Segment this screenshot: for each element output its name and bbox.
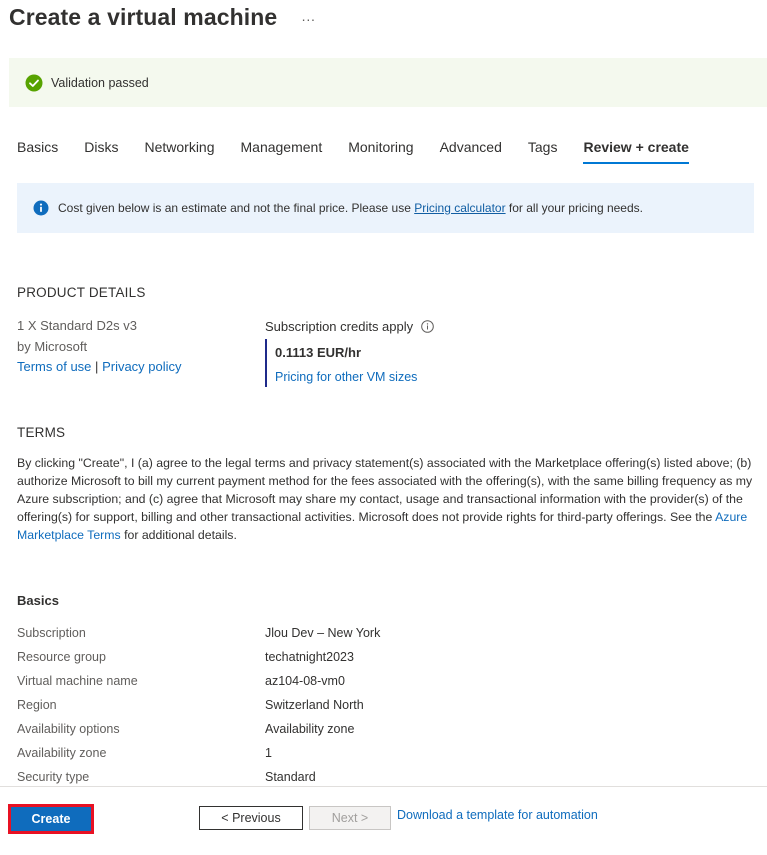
basics-heading: Basics bbox=[17, 593, 59, 608]
validation-banner: Validation passed bbox=[9, 58, 767, 107]
tab-tags[interactable]: Tags bbox=[528, 134, 558, 162]
product-name: 1 X Standard D2s v3 bbox=[17, 318, 137, 333]
product-details-heading: PRODUCT DETAILS bbox=[17, 285, 146, 300]
create-button[interactable]: Create bbox=[8, 804, 94, 834]
tab-monitoring[interactable]: Monitoring bbox=[348, 134, 413, 162]
tab-management[interactable]: Management bbox=[241, 134, 323, 162]
summary-row: Subscription Jlou Dev – New York bbox=[17, 621, 380, 645]
summary-value: Switzerland North bbox=[265, 698, 364, 712]
tab-networking[interactable]: Networking bbox=[144, 134, 214, 162]
price-block: 0.1113 EUR/hr Pricing for other VM sizes bbox=[265, 339, 434, 387]
page-title: Create a virtual machine bbox=[9, 4, 278, 30]
terms-heading: TERMS bbox=[17, 425, 66, 440]
summary-value: Jlou Dev – New York bbox=[265, 626, 381, 640]
summary-key: Virtual machine name bbox=[17, 674, 138, 688]
terms-text: By clicking "Create", I (a) agree to the… bbox=[17, 454, 757, 544]
cost-info-text-after: for all your pricing needs. bbox=[505, 201, 643, 215]
tab-review-create[interactable]: Review + create bbox=[583, 134, 689, 164]
summary-row: Region Switzerland North bbox=[17, 693, 380, 717]
wizard-tabs: Basics Disks Networking Management Monit… bbox=[17, 134, 715, 166]
summary-row: Availability options Availability zone bbox=[17, 717, 380, 741]
validation-text: Validation passed bbox=[51, 75, 149, 90]
product-links: Terms of use | Privacy policy bbox=[17, 357, 182, 378]
terms-text-body: By clicking "Create", I (a) agree to the… bbox=[17, 456, 753, 524]
tab-disks[interactable]: Disks bbox=[84, 134, 118, 162]
tab-basics[interactable]: Basics bbox=[17, 134, 58, 162]
create-vm-page: Create a virtual machine ··· Validation … bbox=[0, 0, 767, 855]
summary-key: Subscription bbox=[17, 626, 86, 640]
cost-info-text: Cost given below is an estimate and not … bbox=[58, 201, 643, 215]
basics-summary: Subscription Jlou Dev – New York Resourc… bbox=[17, 621, 380, 789]
link-separator: | bbox=[95, 359, 99, 374]
download-template-link[interactable]: Download a template for automation bbox=[397, 808, 598, 822]
pricing-other-sizes-link[interactable]: Pricing for other VM sizes bbox=[275, 370, 434, 384]
credits-row: Subscription credits apply bbox=[265, 317, 434, 335]
product-summary: 1 X Standard D2s v3 by Microsoft Terms o… bbox=[17, 316, 182, 378]
summary-row: Availability zone 1 bbox=[17, 741, 380, 765]
summary-row: Resource group techatnight2023 bbox=[17, 645, 380, 669]
product-publisher: by Microsoft bbox=[17, 338, 88, 354]
pricing-summary: Subscription credits apply 0.1113 EUR/hr… bbox=[265, 317, 434, 387]
info-circle-icon[interactable] bbox=[421, 319, 434, 333]
summary-key: Security type bbox=[17, 770, 90, 784]
cost-info-text-before: Cost given below is an estimate and not … bbox=[58, 201, 415, 215]
pricing-calculator-link[interactable]: Pricing calculator bbox=[414, 201, 505, 215]
previous-button[interactable]: < Previous bbox=[199, 806, 303, 830]
summary-value: az104-08-vm0 bbox=[265, 674, 345, 688]
summary-value: Availability zone bbox=[265, 722, 355, 736]
summary-key: Availability options bbox=[17, 722, 120, 736]
checkmark-icon bbox=[25, 74, 43, 92]
title-row: Create a virtual machine ··· bbox=[9, 4, 315, 31]
summary-key: Resource group bbox=[17, 650, 106, 664]
subscription-credits-label: Subscription credits apply bbox=[265, 318, 414, 334]
cost-info-banner: Cost given below is an estimate and not … bbox=[17, 183, 754, 233]
info-icon bbox=[33, 200, 49, 216]
more-options-button[interactable]: ··· bbox=[301, 10, 315, 26]
summary-value: Standard bbox=[265, 770, 316, 784]
summary-value: 1 bbox=[265, 746, 272, 760]
wizard-footer: Create < Previous Next > Download a temp… bbox=[0, 787, 767, 855]
summary-row: Virtual machine name az104-08-vm0 bbox=[17, 669, 380, 693]
summary-key: Region bbox=[17, 698, 57, 712]
tab-advanced[interactable]: Advanced bbox=[440, 134, 502, 162]
next-button: Next > bbox=[309, 806, 391, 830]
terms-of-use-link[interactable]: Terms of use bbox=[17, 359, 91, 374]
vm-price: 0.1113 EUR/hr bbox=[275, 345, 361, 360]
summary-key: Availability zone bbox=[17, 746, 107, 760]
summary-value: techatnight2023 bbox=[265, 650, 354, 664]
terms-text-end: for additional details. bbox=[120, 528, 237, 542]
privacy-policy-link[interactable]: Privacy policy bbox=[102, 359, 181, 374]
